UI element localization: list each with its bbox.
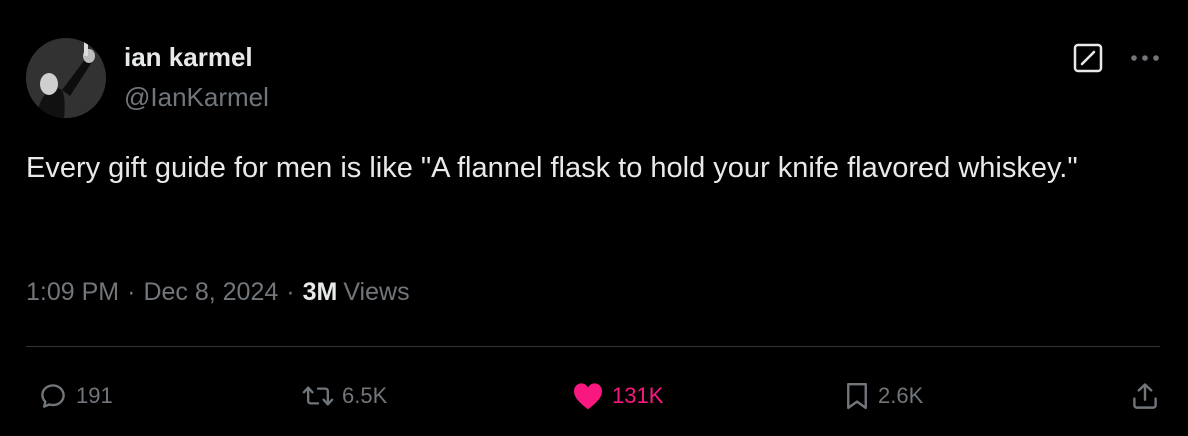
meta-separator: · xyxy=(127,278,136,306)
tweet-time[interactable]: 1:09 PM xyxy=(26,278,119,307)
share-button[interactable] xyxy=(1130,381,1160,411)
like-button[interactable]: 131K xyxy=(572,381,663,411)
bookmark-icon xyxy=(847,382,867,410)
more-icon[interactable] xyxy=(1130,53,1160,63)
tweet-meta: 1:09 PM · Dec 8, 2024 · 3M Views xyxy=(26,278,410,307)
edit-icon[interactable] xyxy=(1072,42,1104,74)
bookmark-button[interactable]: 2.6K xyxy=(844,381,923,411)
meta-separator: · xyxy=(286,278,295,306)
views-label: Views xyxy=(343,278,410,306)
views-count: 3M xyxy=(302,278,338,306)
retweet-icon xyxy=(302,386,334,406)
tweet-date[interactable]: Dec 8, 2024 xyxy=(143,278,278,307)
reply-icon xyxy=(41,384,65,408)
reply-count: 191 xyxy=(76,383,113,408)
avatar[interactable] xyxy=(26,38,106,118)
avatar-image xyxy=(26,38,106,118)
bookmark-count: 2.6K xyxy=(878,383,924,408)
heart-icon xyxy=(574,383,602,410)
divider xyxy=(26,346,1160,347)
like-count: 131K xyxy=(612,383,664,408)
tweet-text: Every gift guide for men is like "A flan… xyxy=(26,152,1078,184)
retweet-count: 6.5K xyxy=(342,383,388,408)
author-handle[interactable]: @IanKarmel xyxy=(124,82,269,113)
author-display-name[interactable]: ian karmel xyxy=(124,42,253,73)
retweet-button[interactable]: 6.5K xyxy=(302,381,387,411)
action-bar: 191 6.5K 131K 2.6K xyxy=(26,372,1160,420)
share-icon xyxy=(1133,383,1157,409)
reply-button[interactable]: 191 xyxy=(38,381,113,411)
